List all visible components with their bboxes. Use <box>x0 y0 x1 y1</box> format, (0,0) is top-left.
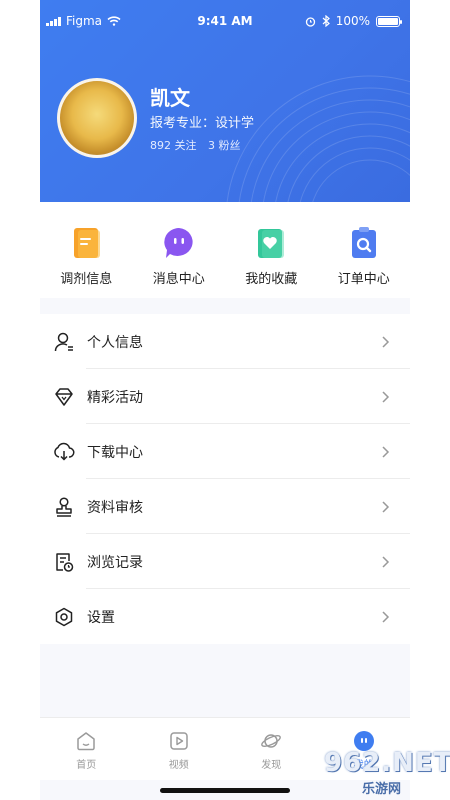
menu-item-personal-info[interactable]: 个人信息 <box>40 314 410 369</box>
alarm-icon <box>305 16 315 27</box>
document-icon <box>74 228 101 258</box>
menu-item-label: 资料审核 <box>87 499 143 516</box>
quick-action-label: 消息中心 <box>152 272 205 287</box>
planet-icon <box>261 734 282 748</box>
video-icon <box>170 732 188 750</box>
avatar[interactable] <box>57 78 137 158</box>
chevron-right-icon <box>382 555 390 568</box>
tab-home[interactable]: 首页 <box>40 718 133 780</box>
settings-menu: 个人信息 精彩活动 下载中心 资料审核 浏览记录 设置 <box>40 314 410 644</box>
quick-action-adjustment[interactable]: 调剂信息 <box>40 202 133 298</box>
menu-item-settings[interactable]: 设置 <box>40 589 410 644</box>
menu-item-label: 浏览记录 <box>87 554 143 571</box>
tab-discover[interactable]: 发现 <box>225 718 318 780</box>
watermark-logo: 962.NET 乐游网 <box>312 748 450 798</box>
phone-screen: Figma 9:41 AM 100% 凯文 报考专业：设计学 892 关注 3 … <box>40 0 410 800</box>
favorite-icon <box>258 229 285 258</box>
user-major: 报考专业：设计学 <box>150 116 255 131</box>
quick-action-label: 调剂信息 <box>60 272 113 287</box>
menu-item-label: 设置 <box>87 609 115 626</box>
quick-action-orders[interactable]: 订单中心 <box>318 202 411 298</box>
watermark-main: 962.NET <box>324 748 450 778</box>
chevron-right-icon <box>382 610 390 623</box>
bluetooth-icon <box>322 15 330 27</box>
menu-item-downloads[interactable]: 下载中心 <box>40 424 410 479</box>
tab-label: 视频 <box>168 760 189 771</box>
menu-item-label: 精彩活动 <box>87 389 143 406</box>
chevron-right-icon <box>382 390 390 403</box>
followers-count[interactable]: 3 粉丝 <box>208 139 241 152</box>
menu-item-history[interactable]: 浏览记录 <box>40 534 410 589</box>
home-indicator <box>160 788 290 793</box>
chevron-right-icon <box>382 500 390 513</box>
chevron-right-icon <box>382 335 390 348</box>
user-icon <box>54 332 73 351</box>
menu-item-label: 下载中心 <box>87 444 143 461</box>
tab-label: 首页 <box>76 760 97 771</box>
download-icon <box>54 442 75 461</box>
watermark-sub: 乐游网 <box>362 782 402 797</box>
quick-action-label: 订单中心 <box>337 272 390 287</box>
user-name: 凯文 <box>150 86 190 110</box>
menu-item-events[interactable]: 精彩活动 <box>40 369 410 424</box>
stamp-icon <box>56 496 72 517</box>
tab-label: 发现 <box>261 760 282 771</box>
message-icon <box>164 228 193 258</box>
status-bar: Figma 9:41 AM 100% <box>40 10 410 32</box>
home-icon <box>77 732 95 751</box>
battery-percent: 100% <box>335 14 370 28</box>
settings-icon <box>55 607 73 626</box>
history-icon <box>56 552 74 572</box>
quick-action-messages[interactable]: 消息中心 <box>133 202 226 298</box>
profile-header: Figma 9:41 AM 100% 凯文 报考专业：设计学 892 关注 3 … <box>40 0 410 202</box>
follow-stats: 892 关注 3 粉丝 <box>150 137 249 153</box>
decorative-arcs <box>226 75 410 202</box>
diamond-icon <box>55 387 73 406</box>
quick-actions: 调剂信息 消息中心 我的收藏 订单中心 <box>40 202 410 298</box>
battery-icon <box>376 15 402 27</box>
order-search-icon <box>351 227 376 258</box>
menu-item-label: 个人信息 <box>87 334 143 351</box>
quick-action-label: 我的收藏 <box>245 272 298 287</box>
quick-action-favorites[interactable]: 我的收藏 <box>225 202 318 298</box>
tab-video[interactable]: 视频 <box>133 718 226 780</box>
following-count[interactable]: 892 关注 <box>150 139 197 152</box>
chevron-right-icon <box>382 445 390 458</box>
menu-item-review[interactable]: 资料审核 <box>40 479 410 534</box>
